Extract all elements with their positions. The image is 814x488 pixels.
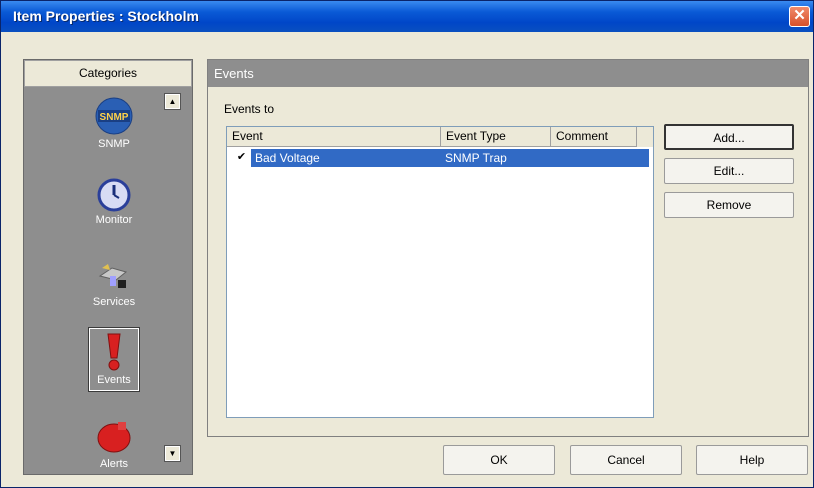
window-title: Item Properties : Stockholm — [13, 8, 199, 24]
category-events[interactable]: Events — [64, 327, 164, 392]
category-monitor[interactable]: Monitor — [64, 178, 164, 226]
category-label: Events — [97, 374, 131, 386]
events-to-label: Events to — [224, 102, 275, 116]
close-button[interactable]: ✕ — [789, 6, 810, 27]
remove-button[interactable]: Remove — [664, 192, 794, 218]
column-event-type[interactable]: Event Type — [441, 127, 551, 147]
column-event[interactable]: Event — [227, 127, 441, 147]
scroll-down-button[interactable]: ▼ — [164, 445, 181, 462]
category-services[interactable]: Services — [64, 258, 164, 308]
category-events-frame: Events — [88, 327, 140, 392]
category-label: Monitor — [95, 214, 133, 226]
scroll-down-icon: ▼ — [168, 449, 177, 458]
categories-panel: Categories ▲ SNMP SNMP Monitor Services … — [23, 59, 193, 475]
svg-text:SNMP: SNMP — [100, 112, 129, 123]
table-row[interactable]: ✔ Bad Voltage SNMP Trap — [227, 149, 649, 167]
categories-header: Categories — [24, 60, 192, 87]
title-bar[interactable]: Item Properties : Stockholm ✕ — [1, 1, 813, 32]
events-panel: Events Events to Event Event Type Commen… — [207, 59, 809, 437]
cell-event: Bad Voltage — [255, 151, 320, 165]
events-header: Events — [208, 60, 808, 87]
snmp-icon: SNMP — [95, 97, 133, 135]
row-checkbox[interactable]: ✔ — [235, 151, 248, 164]
cancel-button[interactable]: Cancel — [570, 445, 682, 475]
category-snmp[interactable]: SNMP SNMP — [64, 96, 164, 150]
listview-header: Event Event Type Comment — [227, 127, 653, 147]
alerts-icon — [97, 422, 131, 453]
edit-button[interactable]: Edit... — [664, 158, 794, 184]
close-icon: ✕ — [793, 7, 806, 24]
category-alerts[interactable]: Alerts — [64, 418, 164, 470]
events-exclamation-icon — [107, 333, 121, 371]
properties-dialog: Item Properties : Stockholm ✕ Categories… — [0, 0, 814, 488]
cell-event-type: SNMP Trap — [445, 151, 507, 165]
scroll-up-icon: ▲ — [168, 97, 177, 106]
services-icon — [98, 264, 128, 288]
scroll-up-button[interactable]: ▲ — [164, 93, 181, 110]
category-label: Services — [92, 296, 136, 308]
ok-button[interactable]: OK — [443, 445, 555, 475]
row-selection: Bad Voltage SNMP Trap — [251, 149, 649, 167]
events-listview[interactable]: Event Event Type Comment ✔ Bad Voltage S… — [226, 126, 654, 418]
category-label: SNMP — [98, 138, 130, 150]
column-comment[interactable]: Comment — [551, 127, 637, 147]
category-label: Alerts — [99, 458, 129, 470]
monitor-clock-icon — [97, 178, 131, 212]
help-button[interactable]: Help — [696, 445, 808, 475]
add-button[interactable]: Add... — [664, 124, 794, 150]
